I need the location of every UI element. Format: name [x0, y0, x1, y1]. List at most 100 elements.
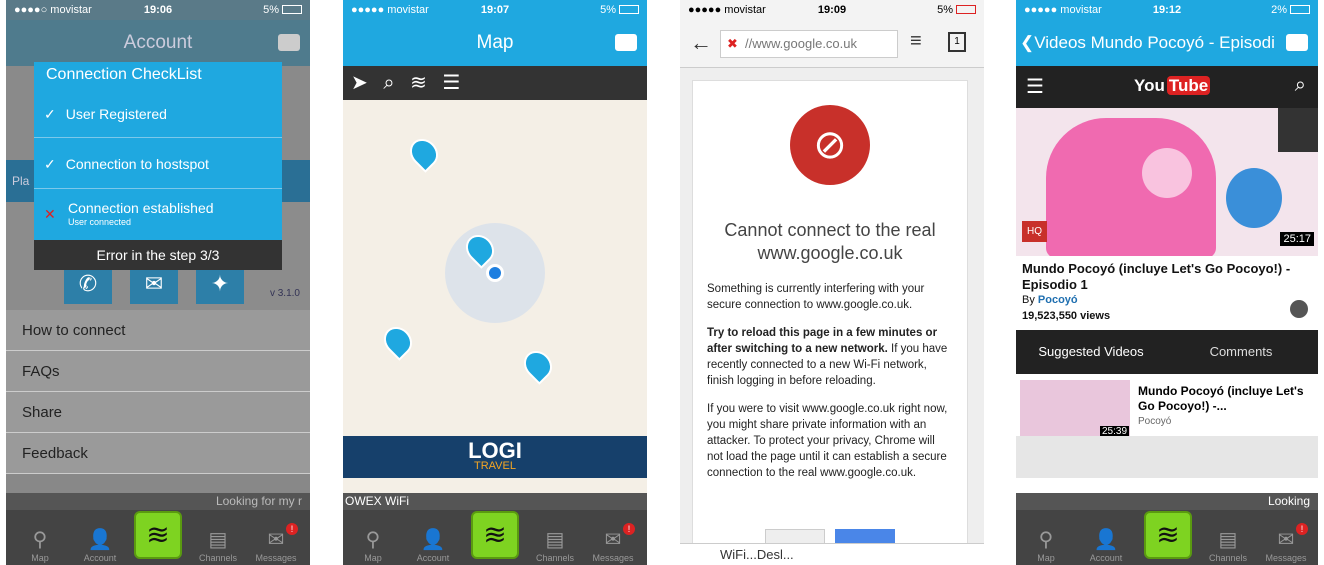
duration-label: 25:17 — [1280, 232, 1314, 246]
page-title: Map — [476, 32, 514, 53]
phone-videos: ●●●●● movistar 19:12 2% ❮Videos Mundo Po… — [1016, 0, 1318, 565]
status-bar: ●●●●○ movistar 19:06 5% — [6, 0, 310, 20]
phone-browser: ●●●●● movistar 19:09 5% ← ✖//www.google.… — [680, 0, 984, 565]
nav-bar: Account — [6, 20, 310, 66]
tab-messages[interactable]: ✉! Messages — [1258, 523, 1314, 563]
tab-channels[interactable]: ▤ Channels — [527, 527, 583, 563]
page-title: Account — [123, 32, 193, 53]
youtube-logo: You Tube — [1134, 76, 1211, 95]
checklist-popup: Connection CheckList ✓ User Registered ✓ C… — [34, 62, 282, 270]
tab-messages[interactable]: ✉! Messages — [248, 523, 304, 563]
twitter-button[interactable]: ✦ — [196, 264, 244, 304]
wallet-icon[interactable] — [1286, 34, 1308, 51]
tab-comments[interactable]: Comments — [1166, 330, 1316, 374]
tab-messages[interactable]: ✉! Messages — [585, 523, 641, 563]
map-icon: ⚲ — [365, 529, 381, 551]
message-badge: ! — [286, 523, 298, 535]
menu-faqs[interactable]: FAQs — [6, 351, 310, 392]
play-icon[interactable] — [1142, 148, 1192, 198]
status-bar: ●●●●● movistar 19:12 2% — [1016, 0, 1318, 20]
status-bar: ●●●●● movistar 19:09 5% — [680, 0, 984, 20]
wifi-button[interactable]: ≋ — [1144, 511, 1192, 559]
error-card: ⊘ Cannot connect to the real www.google.… — [692, 80, 968, 551]
map-pin-icon[interactable] — [518, 345, 558, 385]
tab-account[interactable]: 👤 Account — [1078, 527, 1134, 563]
menu-how-to-connect[interactable]: How to connect — [6, 310, 310, 351]
tab-bar: Looking for my r ⚲ Map 👤 Account ≋ ▤ Channe… — [6, 493, 310, 565]
menu-share[interactable]: Share — [6, 392, 310, 433]
suggested-title: Mundo Pocoyó (incluye Let's Go Pocoyo!) … — [1138, 384, 1304, 413]
map-pin-icon[interactable] — [404, 133, 444, 173]
status-strip: Looking for my r — [6, 493, 310, 510]
map-toolbar: ➤ ⌕ ≋ ☰ — [343, 66, 647, 100]
back-icon[interactable]: ← — [690, 30, 712, 56]
suggested-item[interactable]: 25:39 Mundo Pocoyó (incluye Let's Go Poc… — [1016, 374, 1318, 436]
email-button[interactable]: ✉ — [130, 264, 178, 304]
tab-suggested[interactable]: Suggested Videos — [1016, 330, 1166, 374]
battery: 5% — [937, 4, 976, 16]
back-icon[interactable]: ❮ — [1020, 33, 1034, 52]
wifi-button[interactable]: ≋ — [134, 511, 182, 559]
tabs-icon[interactable]: 1 — [948, 32, 966, 52]
battery: 2% — [1271, 4, 1310, 16]
phone-account: ●●●●○ movistar 19:06 5% Account Pla ✆ ✉ … — [6, 0, 310, 565]
locate-icon[interactable]: ➤ — [351, 72, 368, 94]
layers-icon[interactable]: ≋ — [410, 72, 427, 94]
collapse-tab[interactable] — [1278, 108, 1318, 152]
menu-icon[interactable]: ☰ — [1026, 74, 1044, 99]
error-text: If you were to visit www.google.co.uk ri… — [707, 403, 948, 479]
hq-badge: HQ — [1022, 221, 1047, 242]
account-icon: 👤 — [1093, 529, 1119, 551]
tab-map[interactable]: ⚲ Map — [345, 527, 401, 563]
error-heading: Cannot connect to the real www.google.co… — [724, 220, 936, 263]
character-elephant — [1046, 118, 1216, 256]
battery: 5% — [263, 4, 302, 16]
blocked-lock-icon: ⊘ — [790, 105, 870, 185]
menu-icon[interactable]: ≡ — [910, 30, 922, 53]
version-label: v 3.1.0 — [269, 288, 300, 299]
list-icon[interactable]: ☰ — [442, 72, 460, 94]
error-bar: Error in the step 3/3 — [34, 240, 282, 270]
check-icon: ✓ — [44, 156, 56, 172]
search-icon[interactable]: ⌕ — [1295, 74, 1306, 97]
tab-map[interactable]: ⚲ Map — [12, 527, 68, 563]
bottom-bar: WiFi...Desl... — [680, 543, 984, 565]
search-icon[interactable]: ⌕ — [383, 72, 394, 94]
menu-feedback[interactable]: Feedback — [6, 433, 310, 474]
video-player[interactable]: HQ 25:17 — [1016, 108, 1318, 256]
battery: 5% — [600, 4, 639, 16]
url-bar[interactable]: ✖//www.google.co.uk — [720, 30, 898, 58]
player-controls — [1016, 436, 1318, 478]
check-item-established: ✕ Connection established User connected — [44, 200, 214, 227]
account-icon: 👤 — [420, 529, 446, 551]
channels-icon: ▤ — [208, 529, 228, 551]
insecure-lock-icon: ✖ — [727, 36, 738, 51]
character-pocoyo — [1226, 168, 1282, 228]
suggested-author: Pocoyó — [1138, 416, 1172, 427]
tab-account[interactable]: 👤 Account — [405, 527, 461, 563]
tab-map[interactable]: ⚲ Map — [1018, 527, 1074, 563]
tab-channels[interactable]: ▤ Channels — [190, 527, 246, 563]
expand-icon[interactable] — [1290, 300, 1308, 318]
cross-icon: ✕ — [44, 206, 56, 222]
view-count: 19,523,550 views — [1022, 310, 1111, 322]
account-icon: 👤 — [87, 529, 113, 551]
channels-icon: ▤ — [1218, 529, 1238, 551]
nav-bar: ❮Videos Mundo Pocoyó - Episodi — [1016, 20, 1318, 66]
video-title: Mundo Pocoyó (incluye Let's Go Pocoyo!) … — [1022, 261, 1291, 292]
wallet-icon[interactable] — [278, 34, 300, 51]
message-badge: ! — [1296, 523, 1308, 535]
map-icon: ⚲ — [32, 529, 48, 551]
map-pin-icon[interactable] — [378, 321, 418, 361]
phone-button[interactable]: ✆ — [64, 264, 112, 304]
tab-bar: Looking ⚲ Map 👤 Account ≋ ▤ Channels ✉! Mess… — [1016, 493, 1318, 565]
ad-logo-sub: TRAVEL — [474, 460, 516, 472]
tab-account[interactable]: 👤 Account — [72, 527, 128, 563]
wifi-button[interactable]: ≋ — [471, 511, 519, 559]
check-icon: ✓ — [44, 106, 56, 122]
tab-channels[interactable]: ▤ Channels — [1200, 527, 1256, 563]
youtube-header: ☰ You Tube ⌕ — [1016, 66, 1318, 108]
video-author: By Pocoyó — [1022, 294, 1078, 306]
ad-banner[interactable]: LOGI TRAVEL — [343, 436, 647, 478]
wallet-icon[interactable] — [615, 34, 637, 51]
